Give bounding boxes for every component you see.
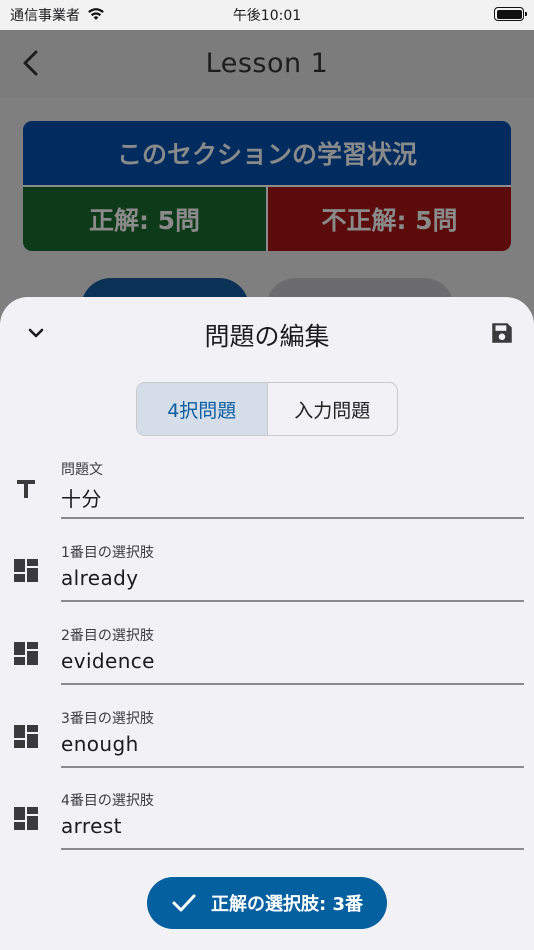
field-label: 2番目の選択肢 (61, 628, 154, 644)
save-icon[interactable] (489, 320, 515, 346)
page-title: Lesson 1 (205, 48, 329, 79)
edit-question-sheet: 問題の編集 4択問題 入力問題 問題文 十分 1番目の選択肢 already 2… (0, 297, 534, 950)
field-label: 1番目の選択肢 (61, 545, 154, 561)
field-value[interactable]: arrest (61, 814, 122, 838)
field-label: 4番目の選択肢 (61, 793, 154, 809)
correct-answer-label: 正解の選択肢: 3番 (211, 894, 363, 915)
incorrect-count: 不正解: 5問 (268, 187, 511, 251)
choice-3-field[interactable]: 3番目の選択肢 enough (0, 708, 534, 786)
status-bar: 通信事業者 午後10:01 (0, 0, 534, 30)
dashboard-icon (14, 807, 38, 830)
question-type-segmented-control: 4択問題 入力問題 (136, 382, 398, 436)
question-text-field[interactable]: 問題文 十分 (0, 459, 534, 537)
progress-card: このセクションの学習状況 正解: 5問 不正解: 5問 (23, 121, 511, 251)
dashboard-icon (14, 725, 38, 748)
field-label: 3番目の選択肢 (61, 711, 154, 727)
field-underline (61, 683, 524, 685)
checkmark-icon (172, 894, 196, 912)
battery-icon (494, 7, 527, 21)
field-value[interactable]: enough (61, 732, 139, 756)
choice-1-field[interactable]: 1番目の選択肢 already (0, 542, 534, 620)
sheet-title: 問題の編集 (204, 322, 330, 351)
choice-4-field[interactable]: 4番目の選択肢 arrest (0, 790, 534, 868)
field-underline (61, 848, 524, 850)
correct-answer-button[interactable]: 正解の選択肢: 3番 (147, 877, 387, 929)
choice-2-field[interactable]: 2番目の選択肢 evidence (0, 625, 534, 703)
navigation-bar: Lesson 1 (0, 30, 534, 98)
field-value[interactable]: 十分 (61, 483, 102, 512)
progress-heading: このセクションの学習状況 (23, 121, 511, 185)
text-icon (17, 480, 35, 498)
field-value[interactable]: already (61, 566, 139, 590)
segment-text-input[interactable]: 入力問題 (268, 383, 398, 435)
dashboard-icon (14, 559, 38, 582)
status-time: 午後10:01 (232, 8, 302, 24)
dashboard-icon (14, 642, 38, 665)
correct-count: 正解: 5問 (23, 187, 268, 251)
field-label: 問題文 (61, 462, 103, 478)
field-value[interactable]: evidence (61, 649, 155, 673)
segment-multiple-choice[interactable]: 4択問題 (137, 383, 268, 435)
field-underline (61, 517, 524, 519)
field-underline (61, 600, 524, 602)
field-underline (61, 766, 524, 768)
